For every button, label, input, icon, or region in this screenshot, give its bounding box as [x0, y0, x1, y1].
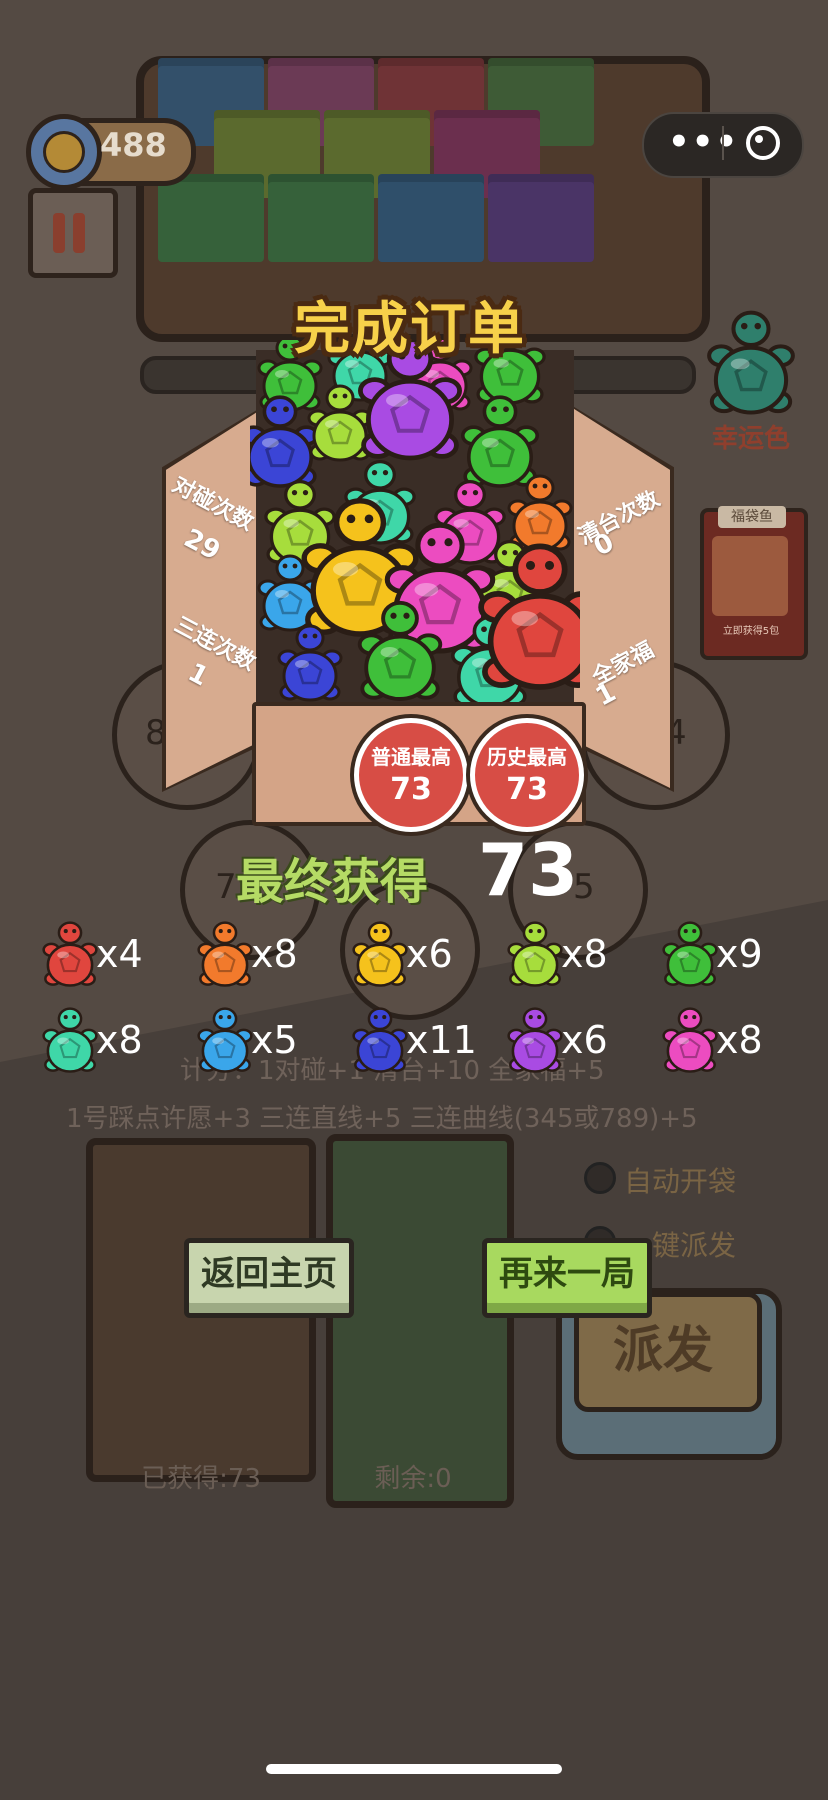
turtle-icon — [42, 921, 98, 987]
gift-card-footer: 立即获得5包 — [722, 626, 780, 637]
tally-count: x5 — [251, 1018, 298, 1062]
tally-item: x6 — [505, 1004, 645, 1074]
tally-count: x8 — [251, 932, 298, 976]
turtle-icon — [352, 1007, 408, 1073]
tally-item: x6 — [350, 918, 490, 988]
tally-item: x8 — [505, 918, 645, 988]
tally-item: x8 — [40, 1004, 180, 1074]
capsule-divider — [722, 126, 724, 160]
normal-best-badge: 普通最高 73 — [354, 718, 468, 832]
history-best-label: 历史最高 — [487, 745, 567, 769]
turtle-pile — [250, 340, 580, 708]
tally-item: x4 — [40, 918, 180, 988]
remaining-bin — [326, 1134, 514, 1508]
turtle-icon — [197, 1007, 253, 1073]
lucky-color-label: 幸运色 — [712, 424, 791, 454]
rules-line-2: 1号踩点许愿+3 三连直线+5 三连曲线(345或789)+5 — [66, 1104, 698, 1134]
turtle-icon — [662, 1007, 718, 1073]
tally-count: x11 — [406, 1018, 477, 1062]
turtle-icon — [507, 921, 563, 987]
turtle-icon — [197, 921, 253, 987]
auto-open-checkbox[interactable] — [584, 1162, 616, 1194]
close-target-icon[interactable] — [746, 126, 780, 160]
turtle-piece — [277, 624, 343, 702]
dispatch-label: 派发 — [613, 1321, 713, 1379]
tally-count: x8 — [96, 1018, 143, 1062]
coin-count: 488 — [100, 126, 167, 164]
obtained-label: 已获得:73 — [141, 1464, 261, 1494]
tally-count: x6 — [561, 1018, 608, 1062]
tally-count: x8 — [716, 1018, 763, 1062]
turtle-icon — [662, 921, 718, 987]
remaining-label: 剩余:0 — [374, 1464, 452, 1494]
gift-card-title: 福袋鱼 — [718, 506, 786, 528]
history-best-badge: 历史最高 73 — [470, 718, 584, 832]
normal-best-value: 73 — [390, 772, 432, 807]
more-icon[interactable]: ••• — [668, 122, 739, 162]
tally-item: x9 — [660, 918, 800, 988]
auto-open-label: 自动开袋 — [624, 1165, 737, 1198]
return-home-button[interactable]: 返回主页 — [184, 1238, 354, 1318]
pause-icon — [53, 213, 65, 253]
tally-item: x11 — [350, 1004, 490, 1074]
turtle-piece — [478, 543, 580, 690]
pause-button[interactable] — [28, 188, 118, 278]
history-best-value: 73 — [506, 772, 548, 807]
result-title: 完成订单 — [294, 297, 526, 362]
turtle-piece — [460, 395, 540, 488]
turtle-icon — [42, 1007, 98, 1073]
tally-item: x5 — [195, 1004, 335, 1074]
play-again-button[interactable]: 再来一局 — [482, 1238, 652, 1318]
lucky-turtle-icon — [707, 310, 795, 415]
turtle-piece — [507, 474, 573, 552]
turtle-piece — [250, 395, 320, 488]
normal-best-label: 普通最高 — [371, 745, 451, 769]
tally-item: x8 — [660, 1004, 800, 1074]
home-indicator — [266, 1764, 562, 1774]
final-score-value: 73 — [478, 828, 579, 912]
turtle-icon — [507, 1007, 563, 1073]
coin-emblem-icon — [43, 131, 85, 173]
tally-count: x6 — [406, 932, 453, 976]
turtle-icon — [352, 921, 408, 987]
tally-count: x4 — [96, 932, 143, 976]
tally-count: x9 — [716, 932, 763, 976]
tally-count: x8 — [561, 932, 608, 976]
gift-card-image — [712, 536, 788, 616]
tally-item: x8 — [195, 918, 335, 988]
final-score-label: 最终获得 — [236, 854, 429, 910]
